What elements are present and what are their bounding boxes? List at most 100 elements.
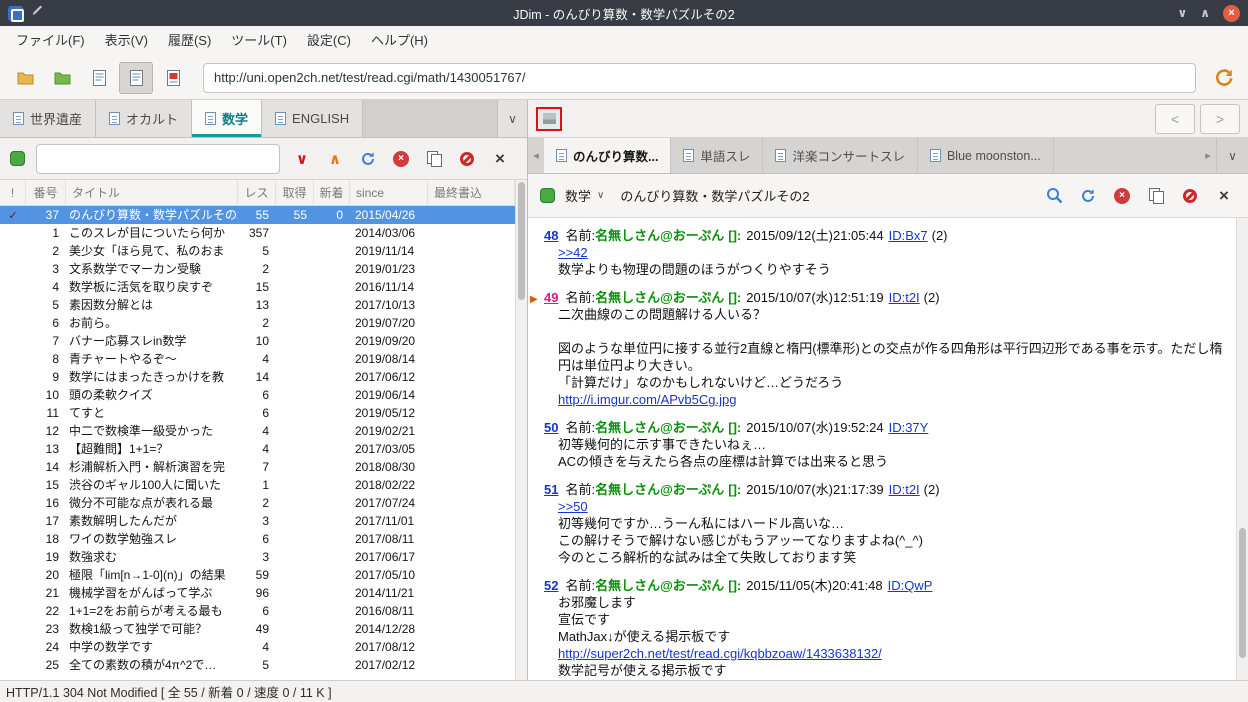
maximize-button[interactable]: ∧ xyxy=(1200,6,1210,20)
post-id[interactable]: ID:Bx7 xyxy=(889,228,928,243)
thread-row[interactable]: 7 バナー応募スレin数学 10 2019/09/20 xyxy=(0,332,515,350)
bookmark-folder-button[interactable] xyxy=(45,62,79,94)
thread-row[interactable]: 10 頭の柔軟クイズ 6 2019/06/14 xyxy=(0,386,515,404)
column-header-mark[interactable]: ! xyxy=(0,180,26,205)
close-button[interactable]: × xyxy=(1223,4,1240,22)
search-icon[interactable] xyxy=(1042,184,1066,208)
column-header-last-write[interactable]: 最終書込 xyxy=(428,180,515,205)
post-number[interactable]: 48 xyxy=(544,228,558,243)
menu-item-tools[interactable]: ツール(T) xyxy=(221,26,297,56)
stop-icon[interactable]: × xyxy=(390,148,412,170)
board-list-scroll-thumb[interactable] xyxy=(518,182,525,300)
post-number[interactable]: 52 xyxy=(544,578,558,593)
thread-row[interactable]: 22 1+1=2をお前らが考える最も 6 2016/08/11 xyxy=(0,602,515,620)
tab-scroll-left-icon[interactable]: ◂ xyxy=(528,138,544,173)
thread-content[interactable]: 48 名前:名無しさん@おーぷん []: 2015/09/12(土)21:05:44 I… xyxy=(528,218,1248,680)
thread-row[interactable]: 9 数学にはまったきっかけを教 14 2017/06/12 xyxy=(0,368,515,386)
thread-row[interactable]: 6 お前ら。 2 2019/07/20 xyxy=(0,314,515,332)
column-header-since[interactable]: since xyxy=(350,180,428,205)
thread-row[interactable]: 20 極限「lim[n→1-0](n)」の結果 59 2017/05/10 xyxy=(0,566,515,584)
thread-row[interactable]: 17 素数解明したんだが 3 2017/11/01 xyxy=(0,512,515,530)
column-header-got[interactable]: 取得 xyxy=(276,180,314,205)
menu-item-settings[interactable]: 設定(C) xyxy=(297,26,361,56)
thread-row[interactable]: 19 数強求む 3 2017/06/17 xyxy=(0,548,515,566)
thread-tab-tango[interactable]: 単語スレ xyxy=(671,138,764,173)
thread-row[interactable]: 24 中学の数学です 4 2017/08/12 xyxy=(0,638,515,656)
thread-row[interactable]: ✓ 37 のんびり算数・数学パズルその2 55 55 0 2015/04/26 xyxy=(0,206,515,224)
post-number[interactable]: 50 xyxy=(544,420,558,435)
thread-scroll-thumb[interactable] xyxy=(1239,528,1246,658)
post-link[interactable]: >>42 xyxy=(558,245,588,260)
search-down-icon[interactable]: ∨ xyxy=(291,148,313,170)
thread-row[interactable]: 23 数検1級って独学で可能？ 49 2014/12/28 xyxy=(0,620,515,638)
thread-row[interactable]: 21 機械学習をがんばって学ぶ 96 2014/11/21 xyxy=(0,584,515,602)
minimize-button[interactable]: ∨ xyxy=(1178,6,1188,20)
thread-tab-blue-moonstone[interactable]: Blue moonston... xyxy=(918,138,1054,173)
post-id[interactable]: ID:t2I xyxy=(889,290,920,305)
search-up-icon[interactable]: ∧ xyxy=(324,148,346,170)
thread-row[interactable]: 1 このスレが目についたら何か 357 2014/03/06 xyxy=(0,224,515,242)
close-thread-tab-icon[interactable]: × xyxy=(1212,184,1236,208)
prev-view-button[interactable]: < xyxy=(1155,103,1195,134)
open-folder-button[interactable] xyxy=(8,62,42,94)
close-tab-icon[interactable]: × xyxy=(489,148,511,170)
post-link[interactable]: >>50 xyxy=(558,499,588,514)
post-link[interactable]: http://super2ch.net/test/read.cgi/kqbbzo… xyxy=(558,646,882,661)
menu-item-view[interactable]: 表示(V) xyxy=(95,26,158,56)
board-list-button[interactable] xyxy=(82,62,116,94)
thread-tab-yogaku-concert[interactable]: 洋楽コンサートスレ xyxy=(763,138,918,173)
url-input[interactable] xyxy=(203,62,1196,93)
abone-icon[interactable] xyxy=(456,148,478,170)
reload-board-icon[interactable] xyxy=(357,148,379,170)
board-search-input[interactable] xyxy=(36,143,280,174)
column-header-number[interactable]: 番号 xyxy=(26,180,66,205)
board-tab-math[interactable]: 数学 xyxy=(192,100,263,137)
post-number[interactable]: 49 xyxy=(544,290,558,305)
board-tab-occult[interactable]: オカルト xyxy=(96,100,193,137)
image-view-button[interactable] xyxy=(156,62,190,94)
board-list-scrollbar[interactable] xyxy=(515,180,527,680)
copy-thread-icon[interactable] xyxy=(1144,184,1168,208)
thread-row[interactable]: 15 渋谷のギャル100人に聞いた 1 2018/02/22 xyxy=(0,476,515,494)
thread-row[interactable]: 3 文系数学でマーカン受験 2 2019/01/23 xyxy=(0,260,515,278)
thread-tab-list-button[interactable]: ∨ xyxy=(1216,138,1248,173)
thread-list-button[interactable] xyxy=(119,61,153,94)
board-tab-world-heritage[interactable]: 世界遺産 xyxy=(0,100,97,137)
thread-row[interactable]: 13 【超難問】1+1=？ 4 2017/03/05 xyxy=(0,440,515,458)
column-header-title[interactable]: タイトル xyxy=(66,180,238,205)
thread-row[interactable]: 8 青チャートやるぞ〜 4 2019/08/14 xyxy=(0,350,515,368)
column-header-new[interactable]: 新着 xyxy=(314,180,350,205)
board-select[interactable]: 数学 ∨ xyxy=(565,186,604,205)
thread-row[interactable]: 14 杉浦解析入門・解析演習を完 7 2018/08/30 xyxy=(0,458,515,476)
next-view-button[interactable]: > xyxy=(1200,103,1240,134)
menu-item-file[interactable]: ファイル(F) xyxy=(6,26,95,56)
menu-item-history[interactable]: 履歴(S) xyxy=(158,26,221,56)
post-id[interactable]: ID:QwP xyxy=(888,578,933,593)
open-url-button[interactable] xyxy=(1206,62,1240,94)
board-tab-english[interactable]: ENGLISH xyxy=(262,100,364,137)
thread-row[interactable]: 12 中二で数検準一級受かった 4 2019/02/21 xyxy=(0,422,515,440)
thread-scrollbar[interactable] xyxy=(1236,218,1248,680)
thread-row[interactable]: 2 美少女「ほら見て、私のおま 5 2019/11/14 xyxy=(0,242,515,260)
thread-tab-nonbiri-math[interactable]: のんびり算数... xyxy=(544,138,672,173)
column-header-res[interactable]: レス xyxy=(238,180,276,205)
thread-row[interactable]: 5 素因数分解とは 13 2017/10/13 xyxy=(0,296,515,314)
thread-row[interactable]: 11 てすと 6 2019/05/12 xyxy=(0,404,515,422)
menu-item-help[interactable]: ヘルプ(H) xyxy=(361,26,438,56)
abone-thread-icon[interactable] xyxy=(1178,184,1202,208)
copy-icon[interactable] xyxy=(423,148,445,170)
titlebar[interactable]: JDim - のんびり算数・数学パズルその2 ∨ ∧ × xyxy=(0,0,1248,26)
post-link[interactable]: http://i.imgur.com/APvb5Cg.jpg xyxy=(558,392,736,407)
stop-thread-icon[interactable]: × xyxy=(1110,184,1134,208)
post-number[interactable]: 51 xyxy=(544,482,558,497)
thread-row[interactable]: 25 全ての素数の積が4π^2で… 5 2017/02/12 xyxy=(0,656,515,674)
post-id[interactable]: ID:37Y xyxy=(889,420,929,435)
thread-row[interactable]: 18 ワイの数学勉強スレ 6 2017/08/11 xyxy=(0,530,515,548)
board-tab-list-button[interactable]: ∨ xyxy=(497,100,527,137)
post-id[interactable]: ID:t2I xyxy=(889,482,920,497)
reload-thread-icon[interactable] xyxy=(1076,184,1100,208)
thread-row[interactable]: 4 数学板に活気を取り戻すぞ 15 2016/11/14 xyxy=(0,278,515,296)
tab-scroll-right-icon[interactable]: ▸ xyxy=(1200,138,1216,173)
image-tab-thumbnail[interactable] xyxy=(536,106,562,131)
thread-row[interactable]: 16 微分不可能な点が表れる最 2 2017/07/24 xyxy=(0,494,515,512)
